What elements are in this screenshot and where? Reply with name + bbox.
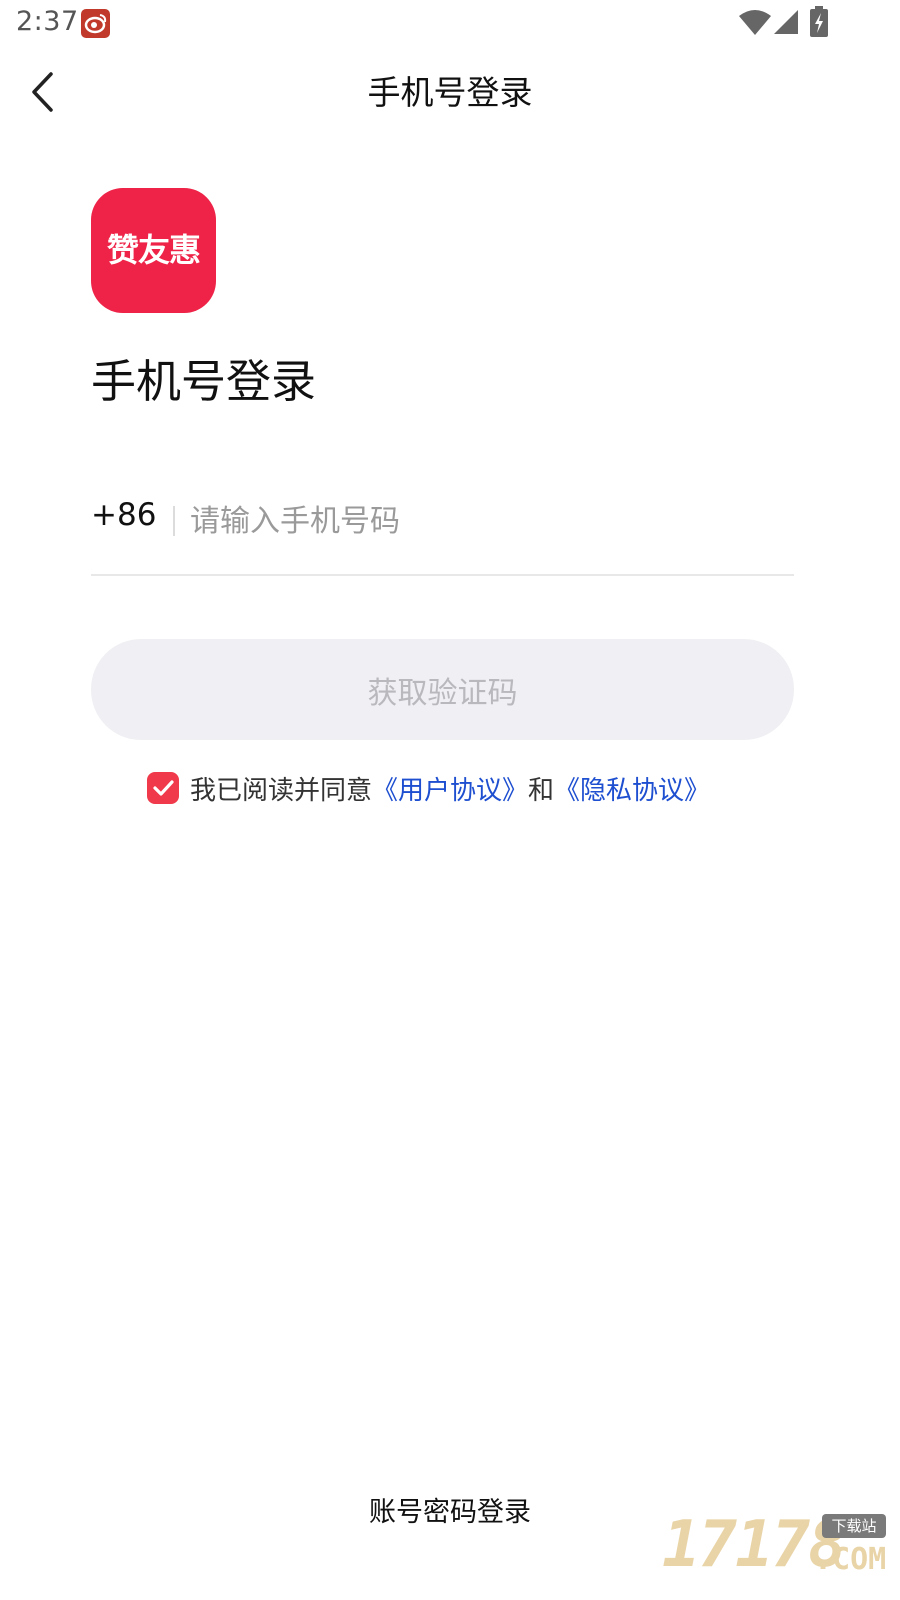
agreement-prefix: 我已阅读并同意 — [190, 776, 373, 806]
signal-icon — [772, 8, 800, 40]
status-time: 2:37 — [16, 6, 79, 37]
watermark-badge: 下载站 — [822, 1514, 886, 1538]
watermark-suffix: .COM — [814, 1542, 887, 1577]
user-agreement-link[interactable]: 《用户协议》 — [372, 776, 528, 806]
wifi-icon — [738, 8, 772, 40]
app-logo-text: 赞友惠 — [106, 231, 201, 269]
input-divider — [173, 506, 175, 536]
agreement-checkbox[interactable] — [147, 772, 179, 804]
checkmark-icon — [147, 780, 179, 808]
page-title: 手机号登录 — [367, 73, 533, 112]
agreement-conjunction: 和 — [528, 776, 555, 806]
agreement-text: 我已阅读并同意《用户协议》和《隐私协议》 — [190, 770, 710, 807]
privacy-agreement-link[interactable]: 《隐私协议》 — [554, 776, 710, 806]
input-underline — [91, 574, 794, 576]
get-verification-code-button[interactable]: 获取验证码 — [91, 639, 794, 740]
phone-number-input[interactable] — [190, 496, 790, 546]
weibo-icon — [81, 9, 110, 38]
get-verification-code-label: 获取验证码 — [367, 675, 518, 711]
country-code[interactable]: +86 — [91, 497, 156, 533]
watermark-logo: 17178 下载站 .COM — [662, 1508, 892, 1596]
battery-charging-icon — [808, 6, 830, 42]
app-logo: 赞友惠 — [91, 188, 216, 313]
login-heading: 手机号登录 — [91, 355, 317, 408]
status-bar: 2:37 — [0, 0, 900, 48]
